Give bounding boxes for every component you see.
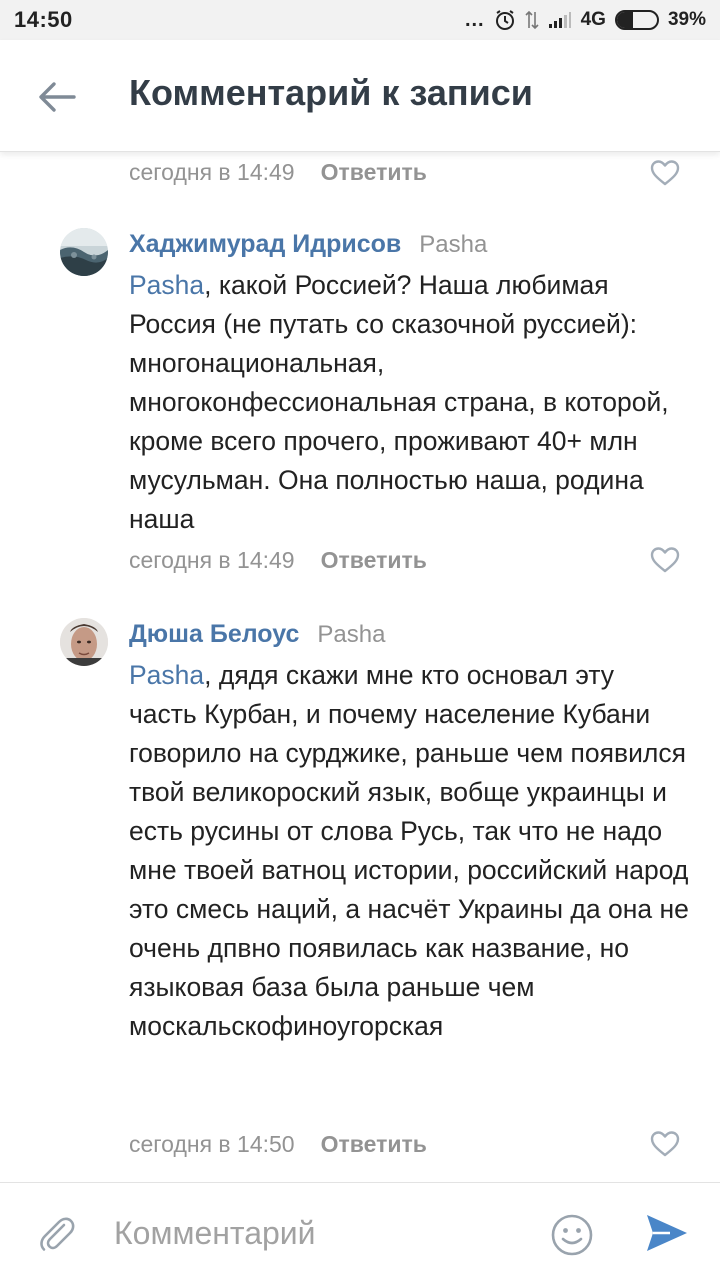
arrow-left-icon[interactable] bbox=[36, 76, 78, 118]
reply-button[interactable]: Ответить bbox=[321, 547, 427, 574]
comment-header: Хаджимурад Идрисов Pasha bbox=[129, 230, 487, 259]
heart-icon[interactable] bbox=[650, 546, 680, 574]
comment-time: сегодня в 14:49 bbox=[129, 546, 295, 573]
app-header: Комментарий к записи bbox=[0, 40, 720, 152]
reply-button[interactable]: Ответить bbox=[321, 159, 427, 186]
comments-list[interactable]: сегодня в 14:49 Ответить Хаджимурад Идри… bbox=[0, 152, 720, 1182]
author-name[interactable]: Дюша Белоус bbox=[129, 620, 299, 649]
status-time: 14:50 bbox=[14, 7, 73, 32]
battery-icon bbox=[614, 10, 659, 30]
network-type: 4G bbox=[580, 9, 606, 30]
comment-time: сегодня в 14:50 bbox=[129, 1130, 295, 1157]
reply-to-name[interactable]: Pasha bbox=[317, 621, 385, 649]
comment-text: Pasha, дядя скажи мне кто основал эту ча… bbox=[129, 656, 689, 1046]
comment-body: , какой Россией? Наша любимая Россия (не… bbox=[129, 270, 669, 534]
heart-icon[interactable] bbox=[650, 1130, 680, 1158]
page-title: Комментарий к записи bbox=[129, 72, 533, 113]
heart-icon[interactable] bbox=[650, 159, 680, 187]
battery-percent: 39% bbox=[667, 9, 706, 30]
mention-link[interactable]: Pasha bbox=[129, 660, 204, 690]
comment-meta: сегодня в 14:50 Ответить bbox=[129, 1124, 680, 1164]
comment-input[interactable] bbox=[114, 1211, 514, 1255]
reply-button[interactable]: Ответить bbox=[321, 1131, 427, 1158]
author-name[interactable]: Хаджимурад Идрисов bbox=[129, 230, 401, 259]
signal-icon bbox=[548, 12, 571, 28]
reply-to-name[interactable]: Pasha bbox=[419, 231, 487, 259]
avatar[interactable] bbox=[60, 228, 108, 276]
status-bar: 14:50 ... 4G 39% bbox=[0, 0, 720, 40]
comment-header: Дюша Белоус Pasha bbox=[129, 620, 385, 649]
comment-time: сегодня в 14:49 bbox=[129, 158, 295, 185]
status-icons: ... 4G 39% bbox=[465, 9, 706, 32]
avatar[interactable] bbox=[60, 618, 108, 666]
comment-composer bbox=[0, 1182, 720, 1280]
previous-comment-meta: сегодня в 14:49 Ответить bbox=[129, 152, 680, 192]
smile-icon[interactable] bbox=[550, 1213, 594, 1257]
alarm-icon bbox=[495, 10, 514, 30]
comment-meta: сегодня в 14:49 Ответить bbox=[129, 540, 680, 580]
send-icon[interactable] bbox=[644, 1211, 690, 1255]
mention-link[interactable]: Pasha bbox=[129, 270, 204, 300]
data-arrows-icon bbox=[525, 10, 539, 30]
paperclip-icon[interactable] bbox=[36, 1213, 78, 1255]
comment-body: , дядя скажи мне кто основал эту часть К… bbox=[129, 660, 689, 1041]
comment-text: Pasha, какой Россией? Наша любимая Росси… bbox=[129, 266, 689, 539]
notification-dots: ... bbox=[464, 8, 485, 31]
